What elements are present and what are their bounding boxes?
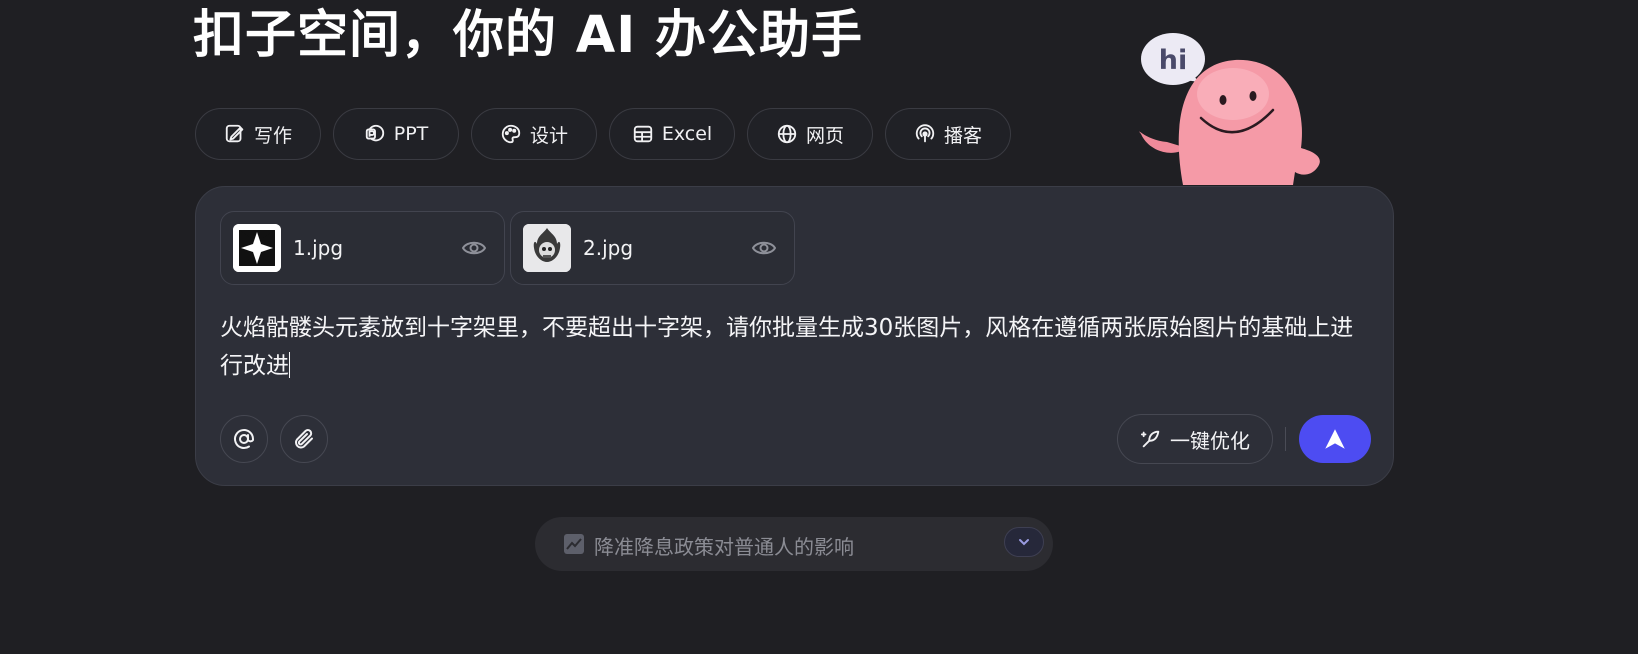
chip-label: 设计 xyxy=(529,124,568,147)
suggestion-toggle[interactable] xyxy=(1004,527,1044,557)
globe-icon xyxy=(777,124,797,144)
prompt-text: 火焰骷髅头元素放到十字架里，不要超出十字架，请你批量生成30张图片，风格在遵循两… xyxy=(220,315,1354,379)
attachment-card[interactable]: 1.jpg xyxy=(220,211,505,285)
chip-label: Excel xyxy=(661,123,713,145)
toolbar-divider xyxy=(1285,427,1286,451)
attachment-thumbnail xyxy=(233,224,281,272)
chip-webpage[interactable]: 网页 xyxy=(747,108,873,160)
mode-chips: 写作 PPT 设计 Excel 网页 播客 xyxy=(195,108,1011,160)
chip-label: 播客 xyxy=(943,124,982,147)
composer: 1.jpg 2.jpg 火焰骷髅头元素放到十字架里，不要超出十字架，请你批量生成… xyxy=(195,186,1394,486)
paperclip-icon xyxy=(295,429,313,449)
optimize-button[interactable]: 一键优化 xyxy=(1117,414,1273,464)
attachment-filename: 2.jpg xyxy=(583,236,634,260)
chip-ppt[interactable]: PPT xyxy=(333,108,459,160)
magic-pen-icon xyxy=(1140,430,1160,448)
palette-icon xyxy=(501,124,521,144)
chip-label: 写作 xyxy=(253,124,292,147)
podcast-icon xyxy=(915,124,935,143)
chip-design[interactable]: 设计 xyxy=(471,108,597,160)
at-icon xyxy=(234,429,254,449)
eye-icon[interactable] xyxy=(462,238,486,258)
suggestion-text: 降准降息政策对普通人的影响 xyxy=(594,535,854,559)
page-title: 扣子空间，你的 AI 办公助手 xyxy=(193,6,863,65)
chip-label: PPT xyxy=(393,123,429,145)
prompt-input[interactable]: 火焰骷髅头元素放到十字架里，不要超出十字架，请你批量生成30张图片，风格在遵循两… xyxy=(220,309,1370,385)
attach-button[interactable] xyxy=(280,415,328,463)
chevron-down-icon xyxy=(1019,539,1029,546)
mascot-illustration: hi xyxy=(1139,33,1320,185)
suggestion-bar[interactable]: 降准降息政策对普通人的影响 xyxy=(535,517,1053,571)
trend-chart-icon xyxy=(564,534,584,554)
ppt-icon xyxy=(365,124,384,142)
optimize-label: 一键优化 xyxy=(1170,428,1250,453)
table-icon xyxy=(633,125,652,143)
attachment-thumbnail xyxy=(523,224,571,272)
attachment-filename: 1.jpg xyxy=(293,236,344,260)
send-button[interactable] xyxy=(1299,415,1371,463)
chip-writing[interactable]: 写作 xyxy=(195,108,321,160)
chip-label: 网页 xyxy=(805,124,844,147)
mention-button[interactable] xyxy=(220,415,268,463)
eye-icon[interactable] xyxy=(752,238,776,258)
mascot-bubble-text: hi xyxy=(1159,45,1187,76)
attachment-card[interactable]: 2.jpg xyxy=(510,211,795,285)
edit-icon xyxy=(225,124,244,143)
chip-podcast[interactable]: 播客 xyxy=(885,108,1011,160)
send-arrow-icon xyxy=(1325,429,1345,449)
text-caret xyxy=(289,352,290,378)
chip-excel[interactable]: Excel xyxy=(609,108,735,160)
